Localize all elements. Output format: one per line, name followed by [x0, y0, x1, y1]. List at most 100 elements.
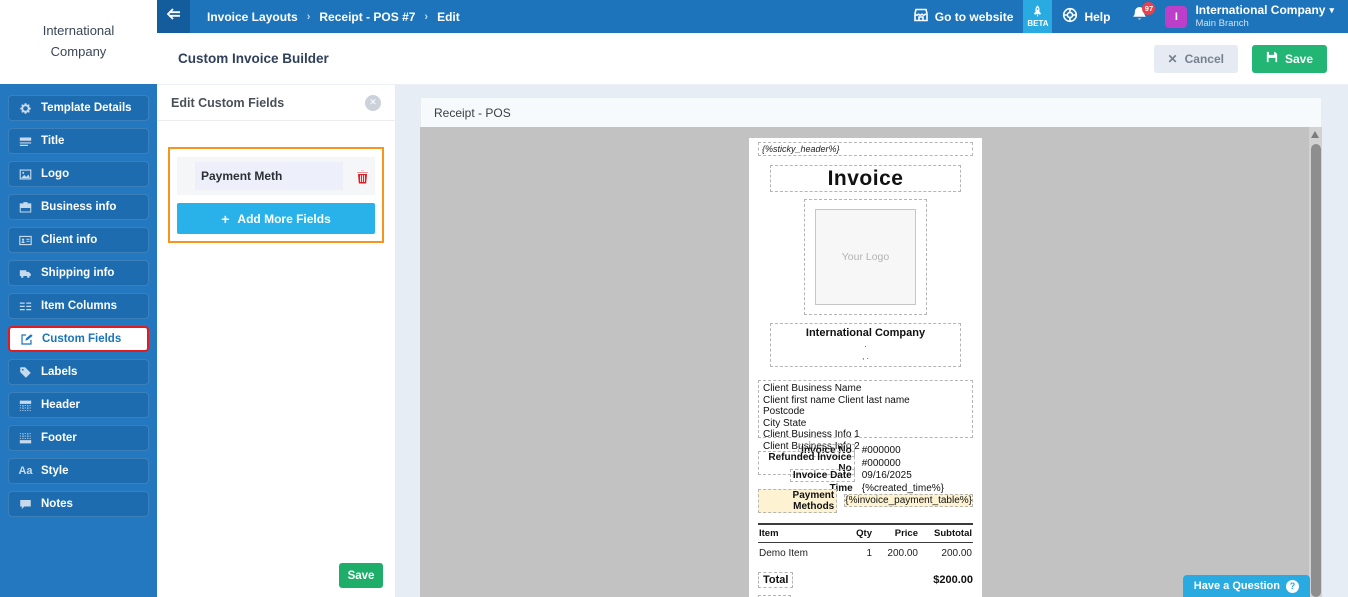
meta-value-highlighted: {%invoice_payment_table%} [844, 494, 973, 507]
company-logo-line2: Company [51, 44, 107, 59]
meta-row-invoice-date[interactable]: Invoice Date 09/16/2025 [758, 470, 973, 482]
trash-icon [356, 169, 369, 184]
client-info-block[interactable]: Client Business Name Client first name C… [758, 380, 973, 438]
help-label: Help [1084, 10, 1110, 24]
sidebar-item-label: Labels [41, 366, 77, 378]
sidebar-item-label: Custom Fields [42, 333, 121, 345]
columns-list-icon [18, 299, 33, 314]
topbar-right-cluster: Go to website BETA Help 97 I Internation… [903, 0, 1348, 33]
truck-icon [18, 266, 33, 281]
sidebar-item-label: Title [41, 135, 64, 147]
account-branch-name: Main Branch [1195, 18, 1334, 30]
invoice-title-block[interactable]: Invoice [770, 165, 961, 192]
plus-icon: + [221, 211, 229, 227]
sticky-header-placeholder[interactable]: {%sticky_header%} [758, 142, 973, 156]
page-header: Custom Invoice Builder ✕ Cancel Save [157, 33, 1348, 85]
column-header-price: Price [873, 524, 919, 543]
panel-title: Edit Custom Fields [171, 96, 284, 110]
have-a-question-button[interactable]: Have a Question ? [1183, 575, 1310, 597]
go-to-website-label: Go to website [935, 10, 1014, 24]
meta-value: #000000 [855, 445, 973, 456]
delete-field-button[interactable] [356, 169, 369, 184]
sidebar-item-business-info[interactable]: Business info [8, 194, 149, 220]
floppy-disk-icon [1266, 51, 1278, 66]
sidebar-item-labels[interactable]: Labels [8, 359, 149, 385]
sidebar-item-title[interactable]: Title [8, 128, 149, 154]
comment-icon [18, 497, 33, 512]
custom-field-name-input[interactable] [195, 162, 343, 190]
sidebar-item-logo[interactable]: Logo [8, 161, 149, 187]
image-icon [18, 167, 33, 182]
meta-value: 09/16/2025 [855, 470, 973, 481]
cell-qty: 1 [841, 542, 873, 562]
arrow-left-icon [165, 7, 182, 26]
sidebar-item-style[interactable]: Aa Style [8, 458, 149, 484]
notification-count-badge: 97 [1142, 2, 1155, 15]
id-card-icon [18, 233, 33, 248]
close-icon: ✕ [369, 97, 377, 108]
save-button-label: Save [1285, 52, 1313, 66]
have-a-question-label: Have a Question [1194, 580, 1280, 592]
panel-close-button[interactable]: ✕ [365, 95, 381, 111]
edit-custom-fields-panel: Edit Custom Fields ✕ + Add More Fields S… [157, 85, 396, 597]
meta-label: Invoice Date [790, 469, 855, 482]
preview-scrollbar[interactable] [1309, 127, 1322, 597]
panel-save-button[interactable]: Save [339, 563, 383, 588]
sidebar-item-label: Logo [41, 168, 69, 180]
logo-placeholder: Your Logo [815, 209, 916, 305]
collapse-menu-button[interactable] [157, 0, 190, 33]
add-more-fields-button[interactable]: + Add More Fields [177, 203, 375, 234]
total-label: Total [758, 572, 793, 588]
header-grid-icon [18, 398, 33, 413]
cancel-button[interactable]: ✕ Cancel [1154, 45, 1238, 73]
invoice-company-address-line: . [771, 339, 960, 351]
document-title-bar: Receipt - POS [420, 97, 1322, 127]
client-line: Client Business Info 1 [763, 429, 968, 441]
top-navigation-bar: Invoice Layouts › Receipt - POS #7 › Edi… [157, 0, 1348, 33]
meta-row-payment-methods[interactable]: Payment Methods {%invoice_payment_table%… [758, 495, 973, 507]
invoice-logo-block[interactable]: Your Logo [804, 199, 927, 315]
sidebar-item-footer[interactable]: Footer [8, 425, 149, 451]
invoice-company-address-line: , . [771, 351, 960, 363]
company-avatar[interactable]: I [1165, 6, 1187, 28]
sidebar-item-custom-fields[interactable]: Custom Fields [8, 326, 149, 352]
sidebar-item-label: Template Details [41, 102, 132, 114]
scrollbar-thumb[interactable] [1311, 144, 1321, 597]
meta-row-refunded-invoice-no[interactable]: Refunded Invoice No #000000 [758, 458, 973, 470]
company-logo-line1: International [43, 23, 115, 38]
account-company-name: International Company [1195, 3, 1325, 18]
breadcrumb-separator: › [307, 11, 311, 23]
tag-icon [18, 365, 33, 380]
cancel-button-label: Cancel [1185, 52, 1224, 66]
client-line: Client Business Name [763, 383, 968, 395]
go-to-website-link[interactable]: Go to website [903, 0, 1024, 33]
beta-badge[interactable]: BETA [1023, 0, 1052, 33]
sidebar-item-notes[interactable]: Notes [8, 491, 149, 517]
breadcrumb-receipt-pos[interactable]: Receipt - POS #7 [319, 10, 415, 24]
sidebar-item-client-info[interactable]: Client info [8, 227, 149, 253]
business-info-block[interactable]: International Company . , . [770, 323, 961, 367]
sidebar-item-item-columns[interactable]: Item Columns [8, 293, 149, 319]
meta-label-highlighted: Payment Methods [758, 489, 837, 513]
notifications-button[interactable]: 97 [1120, 0, 1159, 33]
company-logo-text: International Company [0, 0, 157, 84]
footer-grid-icon [18, 431, 33, 446]
title-icon [18, 134, 33, 149]
invoice-items-table[interactable]: Item Qty Price Subtotal Demo Item 1 200.… [758, 523, 973, 562]
edit-pencil-icon [19, 332, 34, 347]
sidebar-item-shipping-info[interactable]: Shipping info [8, 260, 149, 286]
builder-sidebar: Template Details Title Logo Business inf… [0, 84, 157, 597]
header-actions: ✕ Cancel Save [1154, 45, 1327, 73]
sidebar-item-label: Item Columns [41, 300, 117, 312]
breadcrumb-invoice-layouts[interactable]: Invoice Layouts [207, 10, 298, 24]
account-menu[interactable]: International Company ▾ Main Branch [1195, 3, 1334, 30]
breadcrumb-edit[interactable]: Edit [437, 10, 460, 24]
scroll-up-arrow-icon[interactable] [1311, 131, 1319, 138]
sidebar-item-template-details[interactable]: Template Details [8, 95, 149, 121]
sidebar-item-header[interactable]: Header [8, 392, 149, 418]
save-button[interactable]: Save [1252, 45, 1327, 73]
help-link[interactable]: Help [1052, 0, 1120, 33]
caret-down-icon: ▾ [1329, 5, 1334, 16]
total-row[interactable]: Total $200.00 [758, 572, 973, 588]
question-mark-icon: ? [1286, 580, 1299, 593]
